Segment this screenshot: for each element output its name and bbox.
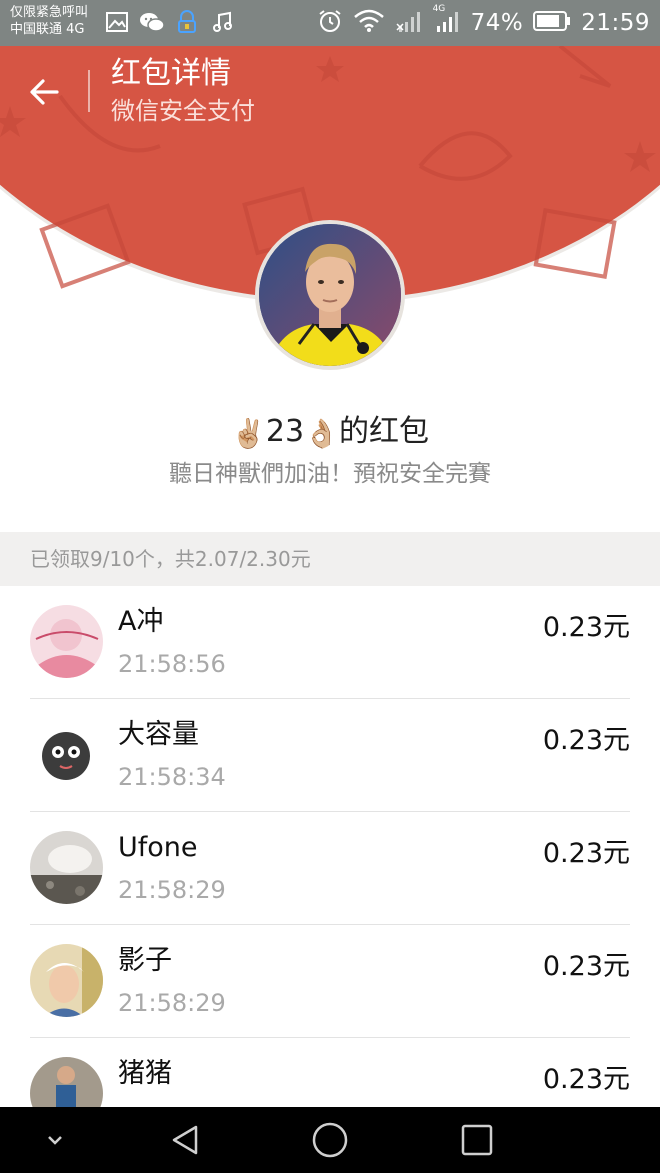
list-item[interactable]: 大容量 21:58:34 0.23元 [0,699,660,812]
summary-bar: 已领取9/10个，共2.07/2.30元 [0,532,660,586]
signal-icon: 4G [433,4,461,38]
music-icon [209,9,235,35]
greeting-message: 聽日神獸們加油！預祝安全完賽 [169,461,491,487]
ok-hand-emoji: 👌🏼 [304,417,339,450]
sender-name: 23 [265,414,305,449]
nav-recents-button[interactable] [437,1107,517,1173]
sender-avatar[interactable] [255,220,405,370]
arrow-left-icon [30,79,59,105]
wechat-icon [139,9,165,35]
signal-sim1-icon [395,8,423,38]
received-amount: 0.23元 [542,838,630,869]
nav-back-button[interactable] [145,1107,225,1173]
sender-portrait [259,224,401,366]
received-amount: 0.23元 [542,1064,630,1095]
recipient-name: 影子 [118,945,172,976]
title-divider [88,70,90,112]
carrier-info: 仅限紧急呼叫 中国联通 4G [10,4,88,38]
sender-suffix: 的红包 [338,414,429,449]
collapse-icon [48,1136,62,1145]
nav-home-button[interactable] [290,1107,370,1173]
recipient-avatar [30,605,103,678]
recents-square-icon [461,1124,493,1156]
victory-hand-emoji: ✌🏼 [231,417,266,450]
alarm-icon [317,8,343,38]
recipient-avatar [30,831,103,904]
image-icon [104,9,130,35]
receive-time: 21:58:56 [118,650,226,678]
receive-time: 21:58:29 [118,876,226,904]
summary-text: 已领取9/10个，共2.07/2.30元 [30,547,311,571]
list-item[interactable]: A冲 21:58:56 0.23元 [0,586,660,699]
recipient-avatar [30,944,103,1017]
sender-title: ✌🏼23👌🏼的红包 [0,410,660,456]
home-circle-icon [312,1122,348,1158]
vpn-lock-icon [174,9,200,35]
receive-time: 21:58:29 [118,989,226,1017]
list-item[interactable]: 影子 21:58:29 0.23元 [0,925,660,1038]
status-bar: 仅限紧急呼叫 中国联通 4G 4G 74% 21:59 [0,0,660,46]
wifi-icon [353,9,385,37]
receive-time: 21:58:34 [118,763,226,791]
recipient-list: A冲 21:58:56 0.23元 大容量 21:58:34 0.23元 Ufo… [0,586,660,1151]
received-amount: 0.23元 [542,612,630,643]
battery-percent: 74% [470,10,524,36]
recipient-name: A冲 [118,606,164,637]
carrier-line-2: 中国联通 4G [10,22,85,37]
page-title: 红包详情 [111,56,231,91]
back-triangle-icon [172,1125,198,1155]
recipient-name: Ufone [118,832,198,863]
carrier-line-1: 仅限紧急呼叫 [10,5,89,20]
received-amount: 0.23元 [542,725,630,756]
red-packet-detail-screen: 仅限紧急呼叫 中国联通 4G 4G 74% 21:59 红包详情 微信安全支付 … [0,0,660,1173]
notification-icons [104,9,235,35]
system-nav-bar [0,1107,660,1173]
clock: 21:59 [581,10,650,36]
recipient-name: 猪猪 [118,1058,172,1089]
page-subtitle: 微信安全支付 [111,97,255,125]
recipient-name: 大容量 [118,719,199,750]
received-amount: 0.23元 [542,951,630,982]
network-type: 4G [432,4,446,14]
collapse-button[interactable] [15,1107,95,1173]
system-indicators: 4G 74% 21:59 [317,4,650,38]
battery-icon [533,10,571,36]
list-item[interactable]: Ufone 21:58:29 0.23元 [0,812,660,925]
back-button[interactable] [22,70,66,114]
recipient-avatar [30,718,103,791]
